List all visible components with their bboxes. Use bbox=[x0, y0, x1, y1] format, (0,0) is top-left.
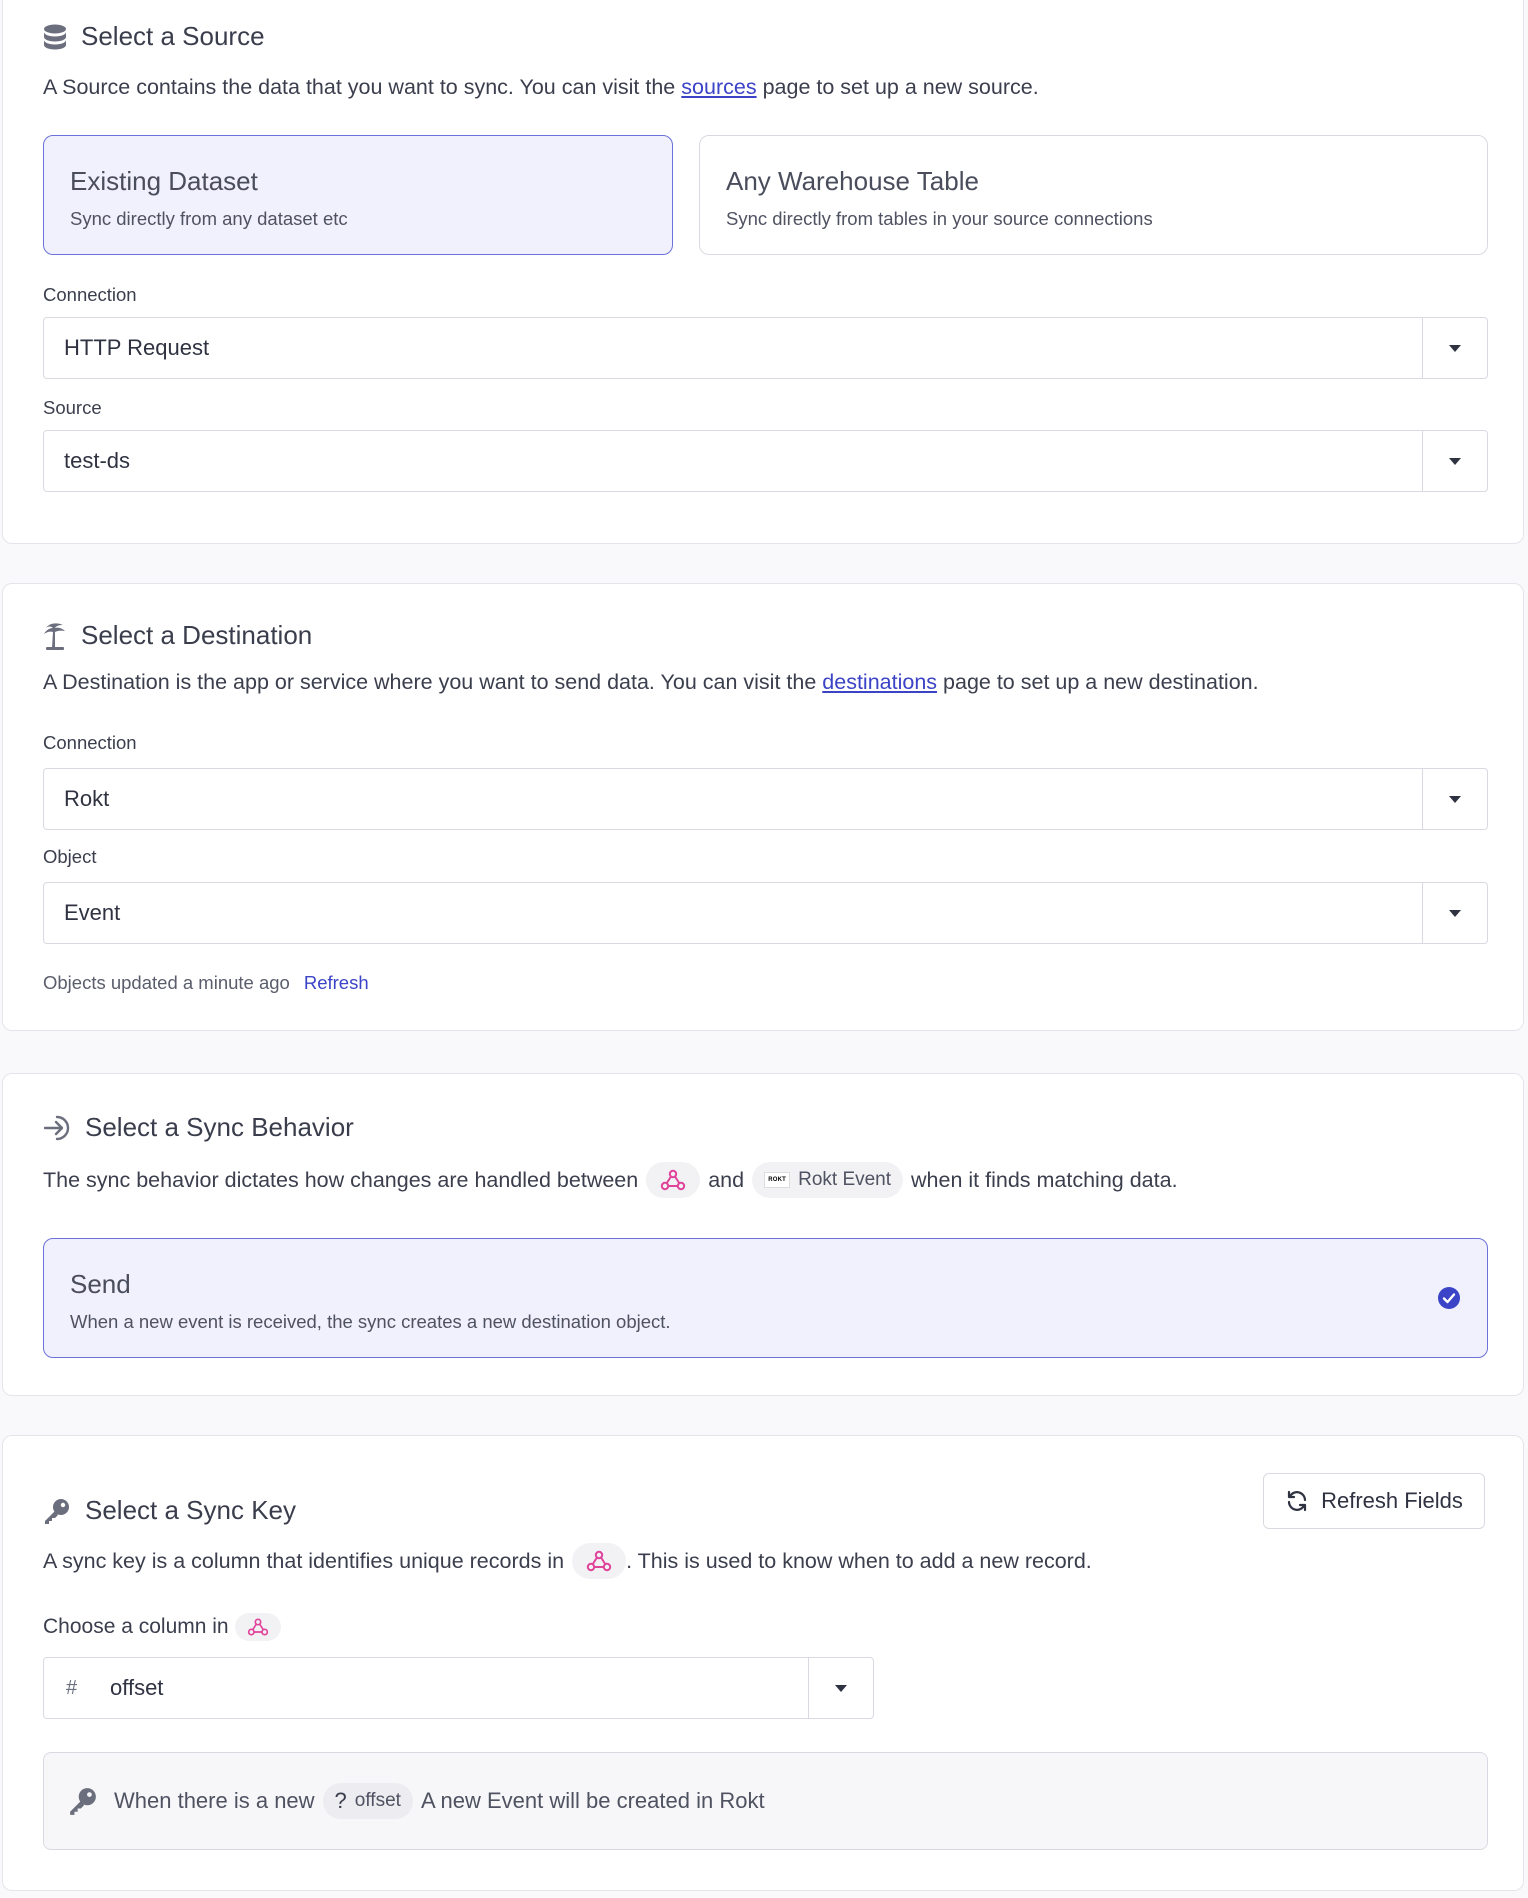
behavior-desc-text-after: when it finds matching data. bbox=[911, 1167, 1178, 1192]
select-value: test-ds bbox=[64, 448, 131, 473]
objects-updated-row: Objects updated a minute ago Refresh bbox=[43, 972, 369, 994]
sync-key-column-select[interactable]: # offset bbox=[43, 1657, 874, 1719]
key-icon bbox=[45, 1498, 69, 1524]
dropdown-toggle[interactable] bbox=[1422, 431, 1487, 491]
option-any-warehouse-table[interactable]: Any Warehouse Table Sync directly from t… bbox=[699, 135, 1488, 255]
column-chip: ? offset bbox=[322, 1783, 413, 1819]
unknown-type-icon: ? bbox=[334, 1788, 347, 1813]
destination-card: Select a Destination A Destination is th… bbox=[2, 583, 1524, 1031]
info-text-after: A new Event will be created in Rokt bbox=[420, 1788, 765, 1813]
object-label: Object bbox=[43, 846, 97, 867]
dropdown-toggle[interactable] bbox=[808, 1658, 873, 1718]
sync-key-card: Select a Sync Key Refresh Fields A sync … bbox=[2, 1435, 1524, 1891]
select-value: Rokt bbox=[64, 786, 110, 811]
source-description: A Source contains the data that you want… bbox=[43, 75, 1039, 100]
destination-desc-text-after: page to set up a new destination. bbox=[943, 670, 1259, 694]
webhook-icon bbox=[661, 1169, 686, 1191]
source-connection-select[interactable]: HTTP Request bbox=[43, 317, 1488, 379]
rokt-logo-icon: ROKT bbox=[764, 1172, 791, 1188]
sync-key-info-box: When there is a new ? offset A new Event… bbox=[43, 1752, 1488, 1850]
option-subtitle: Sync directly from any dataset etc bbox=[70, 208, 348, 229]
source-chip bbox=[572, 1543, 627, 1579]
chevron-down-icon bbox=[1449, 457, 1461, 465]
option-title: Send bbox=[70, 1269, 131, 1299]
dropdown-toggle[interactable] bbox=[1422, 318, 1487, 378]
choose-column-text: Choose a column in bbox=[43, 1615, 229, 1638]
chevron-down-icon bbox=[1449, 344, 1461, 352]
source-chip bbox=[646, 1162, 701, 1198]
select-value: offset bbox=[110, 1675, 164, 1700]
source-section-title: Select a Source bbox=[43, 21, 265, 52]
option-send[interactable]: Send When a new event is received, the s… bbox=[43, 1238, 1488, 1358]
source-chip bbox=[234, 1613, 281, 1641]
select-value: Event bbox=[64, 900, 121, 925]
refresh-icon bbox=[1287, 1490, 1307, 1512]
behavior-section-title: Select a Sync Behavior bbox=[43, 1112, 354, 1143]
sources-link[interactable]: sources bbox=[681, 75, 756, 100]
source-card: Select a Source A Source contains the da… bbox=[2, 0, 1524, 544]
webhook-icon bbox=[586, 1550, 612, 1572]
source-connection-label: Connection bbox=[43, 284, 137, 305]
object-select[interactable]: Event bbox=[43, 882, 1488, 944]
key-icon bbox=[70, 1788, 96, 1815]
dropdown-toggle[interactable] bbox=[1422, 769, 1487, 829]
sync-behavior-card: Select a Sync Behavior The sync behavior… bbox=[2, 1073, 1524, 1396]
destination-connection-label: Connection bbox=[43, 732, 137, 753]
sync-key-desc-text-after: . This is used to know when to add a new… bbox=[626, 1548, 1092, 1573]
info-text-before: When there is a new bbox=[114, 1788, 315, 1813]
destinations-link[interactable]: destinations bbox=[822, 670, 937, 695]
source-label: Source bbox=[43, 397, 102, 418]
option-existing-dataset[interactable]: Existing Dataset Sync directly from any … bbox=[43, 135, 673, 255]
select-value: HTTP Request bbox=[64, 335, 210, 360]
objects-updated-text: Objects updated a minute ago bbox=[43, 972, 290, 993]
source-select[interactable]: test-ds bbox=[43, 430, 1488, 492]
refresh-objects-link[interactable]: Refresh bbox=[304, 972, 369, 994]
chevron-down-icon bbox=[1449, 909, 1461, 917]
behavior-title: Select a Sync Behavior bbox=[85, 1112, 354, 1142]
behavior-desc-and: and bbox=[708, 1167, 745, 1192]
sync-config-page: Select a Source A Source contains the da… bbox=[0, 0, 1528, 1898]
option-title: Any Warehouse Table bbox=[726, 166, 979, 196]
sync-key-section-title: Select a Sync Key bbox=[43, 1495, 296, 1526]
option-subtitle: When a new event is received, the sync c… bbox=[70, 1311, 671, 1332]
chevron-down-icon bbox=[835, 1684, 847, 1692]
choose-column-label: Choose a column in bbox=[43, 1613, 289, 1641]
destination-desc-text: A Destination is the app or service wher… bbox=[43, 670, 817, 694]
webhook-icon bbox=[247, 1618, 268, 1636]
destination-connection-select[interactable]: Rokt bbox=[43, 768, 1488, 830]
destination-chip-label: Rokt Event bbox=[798, 1169, 892, 1190]
source-desc-text: A Source contains the data that you want… bbox=[43, 75, 676, 99]
destination-chip: ROKT Rokt Event bbox=[752, 1162, 904, 1198]
chevron-down-icon bbox=[1449, 795, 1461, 803]
source-desc-text-after: page to set up a new source. bbox=[762, 75, 1039, 99]
dropdown-toggle[interactable] bbox=[1422, 883, 1487, 943]
sync-key-description: A sync key is a column that identifies u… bbox=[43, 1543, 1092, 1579]
option-subtitle: Sync directly from tables in your source… bbox=[726, 208, 1153, 229]
refresh-fields-button[interactable]: Refresh Fields bbox=[1263, 1473, 1485, 1529]
behavior-description: The sync behavior dictates how changes a… bbox=[43, 1162, 1178, 1198]
database-icon bbox=[44, 24, 66, 49]
number-type-icon: # bbox=[66, 1676, 78, 1699]
sync-key-title: Select a Sync Key bbox=[85, 1495, 296, 1525]
sync-key-desc-text: A sync key is a column that identifies u… bbox=[43, 1548, 565, 1573]
check-circle-icon bbox=[1438, 1287, 1460, 1309]
column-chip-label: offset bbox=[354, 1790, 401, 1811]
destination-section-title: Select a Destination bbox=[43, 620, 312, 651]
palm-tree-icon bbox=[44, 622, 65, 650]
destination-title: Select a Destination bbox=[81, 620, 313, 650]
destination-description: A Destination is the app or service wher… bbox=[43, 670, 1259, 695]
behavior-desc-text: The sync behavior dictates how changes a… bbox=[43, 1167, 639, 1192]
option-title: Existing Dataset bbox=[70, 166, 258, 196]
source-title: Select a Source bbox=[81, 21, 265, 51]
refresh-fields-label: Refresh Fields bbox=[1321, 1488, 1463, 1513]
sign-in-arrow-icon bbox=[43, 1115, 70, 1140]
